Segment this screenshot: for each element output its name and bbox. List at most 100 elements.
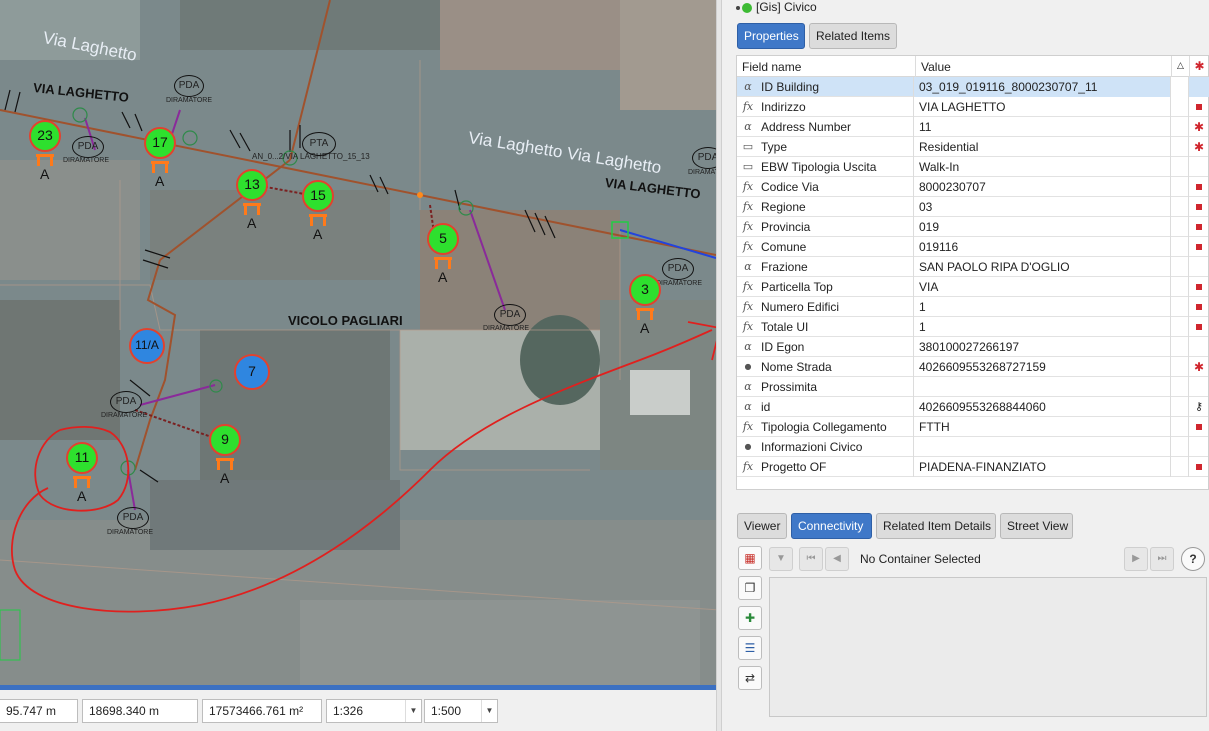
table-row[interactable]: fx Tipologia Collegamento FTTH <box>737 417 1208 437</box>
table-row[interactable]: fx Progetto OF PIADENA-FINANZIATO <box>737 457 1208 477</box>
table-row[interactable]: fx Totale UI 1 <box>737 317 1208 337</box>
previous-icon: ◀ <box>833 553 841 564</box>
table-row[interactable]: α id 4026609553268844060 ⚷ <box>737 397 1208 417</box>
tab-properties[interactable]: Properties <box>737 23 805 49</box>
status-bar: 95.747 m 18698.340 m 17573466.761 m² 1:3… <box>0 690 722 731</box>
previous-button[interactable]: ◀ <box>825 547 849 571</box>
field-value[interactable]: Walk-In <box>915 157 1171 177</box>
field-value[interactable]: FTTH <box>915 417 1171 437</box>
field-value[interactable]: 4026609553268727159 <box>915 357 1171 377</box>
field-value[interactable]: SAN PAOLO RIPA D'OGLIO <box>915 257 1171 277</box>
table-row[interactable]: fx Regione 03 <box>737 197 1208 217</box>
tab-related-items[interactable]: Related Items <box>809 23 897 49</box>
access-point-icon <box>151 161 169 173</box>
scale-combo-current[interactable]: 1:326 ▼ <box>326 699 422 723</box>
field-value[interactable]: 1 <box>915 317 1171 337</box>
field-value[interactable]: 019116 <box>915 237 1171 257</box>
field-value[interactable]: 019 <box>915 217 1171 237</box>
tab-related-item-details[interactable]: Related Item Details <box>876 513 996 539</box>
mandatory-square-icon <box>1196 324 1202 331</box>
chevron-down-icon[interactable]: ▼ <box>481 700 497 722</box>
table-row[interactable]: fx Provincia 019 <box>737 217 1208 237</box>
field-value[interactable]: 11 <box>915 117 1171 137</box>
civic-marker[interactable]: 23 <box>29 120 61 152</box>
field-name: Totale UI <box>761 317 914 337</box>
scale-combo-target[interactable]: 1:500 ▼ <box>424 699 498 723</box>
warning-cell <box>1171 177 1189 197</box>
civic-marker[interactable]: 5 <box>427 223 459 255</box>
column-header-required[interactable]: ✱ <box>1190 56 1209 77</box>
field-value[interactable]: 1 <box>915 297 1171 317</box>
civic-marker[interactable]: 15 <box>302 180 334 212</box>
tab-viewer[interactable]: Viewer <box>737 513 787 539</box>
field-value[interactable]: VIA LAGHETTO <box>915 97 1171 117</box>
column-header-warning[interactable]: △ <box>1172 56 1190 77</box>
table-row[interactable]: α Address Number 11 ✱ <box>737 117 1208 137</box>
required-cell: ⚷ <box>1189 397 1209 417</box>
pta-marker[interactable]: PTA <box>302 132 336 156</box>
last-page-icon: ⏭ <box>1157 553 1167 564</box>
column-header-value[interactable]: Value <box>916 56 1172 77</box>
tab-connectivity[interactable]: Connectivity <box>791 513 872 539</box>
scale-target-value: 1:500 <box>431 704 462 718</box>
field-value[interactable]: 03 <box>915 197 1171 217</box>
civic-marker[interactable]: 11/A <box>129 328 165 364</box>
add-container-button[interactable]: ✚ <box>738 606 762 630</box>
container-view[interactable] <box>769 577 1207 717</box>
field-value[interactable] <box>915 437 1171 457</box>
civic-marker[interactable]: 11 <box>66 442 98 474</box>
table-row[interactable]: fx Codice Via 8000230707 <box>737 177 1208 197</box>
table-row[interactable]: fx Comune 019116 <box>737 237 1208 257</box>
chevron-down-icon[interactable]: ▼ <box>405 700 421 722</box>
field-value[interactable]: 03_019_019116_8000230707_11 <box>915 77 1171 97</box>
table-row[interactable]: ▭ EBW Tipologia Uscita Walk-In <box>737 157 1208 177</box>
connectivity-tool-button[interactable]: ▦ <box>738 546 762 570</box>
list-container-button[interactable]: ☰ <box>738 636 762 660</box>
diramatore-label: DIRAMATORE <box>101 412 148 419</box>
pda-marker[interactable]: PDA <box>72 136 104 158</box>
map-canvas[interactable]: Via Laghetto VIA LAGHETTO Via Laghetto V… <box>0 0 716 690</box>
field-value[interactable]: Residential <box>915 137 1171 157</box>
pda-marker[interactable]: PDA <box>174 75 204 97</box>
pda-marker[interactable]: PDA <box>494 304 526 326</box>
table-row[interactable]: α Frazione SAN PAOLO RIPA D'OGLIO <box>737 257 1208 277</box>
field-value[interactable]: 8000230707 <box>915 177 1171 197</box>
diramatore-label: DIRAMATORE <box>166 97 213 104</box>
civic-marker[interactable]: 7 <box>234 354 270 390</box>
copy-container-button[interactable]: ❐ <box>738 576 762 600</box>
help-button[interactable]: ? <box>1181 547 1205 571</box>
pda-marker[interactable]: PDA <box>117 507 149 529</box>
table-row[interactable]: α ID Building 03_019_019116_8000230707_11 <box>737 77 1209 97</box>
pda-marker[interactable]: PDA <box>692 147 716 169</box>
link-container-button[interactable]: ⇄ <box>738 666 762 690</box>
table-row[interactable]: ● Informazioni Civico <box>737 437 1208 457</box>
civic-marker[interactable]: 3 <box>629 274 661 306</box>
table-row[interactable]: ● Nome Strada 4026609553268727159 ✱ <box>737 357 1208 377</box>
table-row[interactable]: α ID Egon 380100027266197 <box>737 337 1208 357</box>
field-value[interactable]: 4026609553268844060 <box>915 397 1171 417</box>
table-row[interactable]: ▭ Type Residential ✱ <box>737 137 1208 157</box>
next-button[interactable]: ▶ <box>1124 547 1148 571</box>
tab-street-view[interactable]: Street View <box>1000 513 1073 539</box>
table-row[interactable]: fx Particella Top VIA <box>737 277 1208 297</box>
civic-marker[interactable]: 13 <box>236 169 268 201</box>
field-value[interactable] <box>915 377 1171 397</box>
pda-marker[interactable]: PDA <box>110 391 142 413</box>
field-value[interactable]: 380100027266197 <box>915 337 1171 357</box>
civic-marker[interactable]: 9 <box>209 424 241 456</box>
table-row[interactable]: fx Numero Edifici 1 <box>737 297 1208 317</box>
field-value[interactable]: PIADENA-FINANZIATO <box>915 457 1171 477</box>
reference-icon: ● <box>744 362 752 371</box>
table-row[interactable]: fx Indirizzo VIA LAGHETTO <box>737 97 1208 117</box>
first-button[interactable]: ⏮ <box>799 547 823 571</box>
field-name: Tipologia Collegamento <box>761 417 914 437</box>
column-header-field[interactable]: Field name <box>737 56 916 77</box>
access-letter: A <box>220 470 230 486</box>
table-row[interactable]: α Prossimita <box>737 377 1208 397</box>
tab-label: Connectivity <box>798 519 864 533</box>
filter-button[interactable]: ▼ <box>769 547 793 571</box>
civic-marker[interactable]: 17 <box>144 127 176 159</box>
pda-marker[interactable]: PDA <box>662 258 694 280</box>
field-value[interactable]: VIA <box>915 277 1171 297</box>
last-button[interactable]: ⏭ <box>1150 547 1174 571</box>
